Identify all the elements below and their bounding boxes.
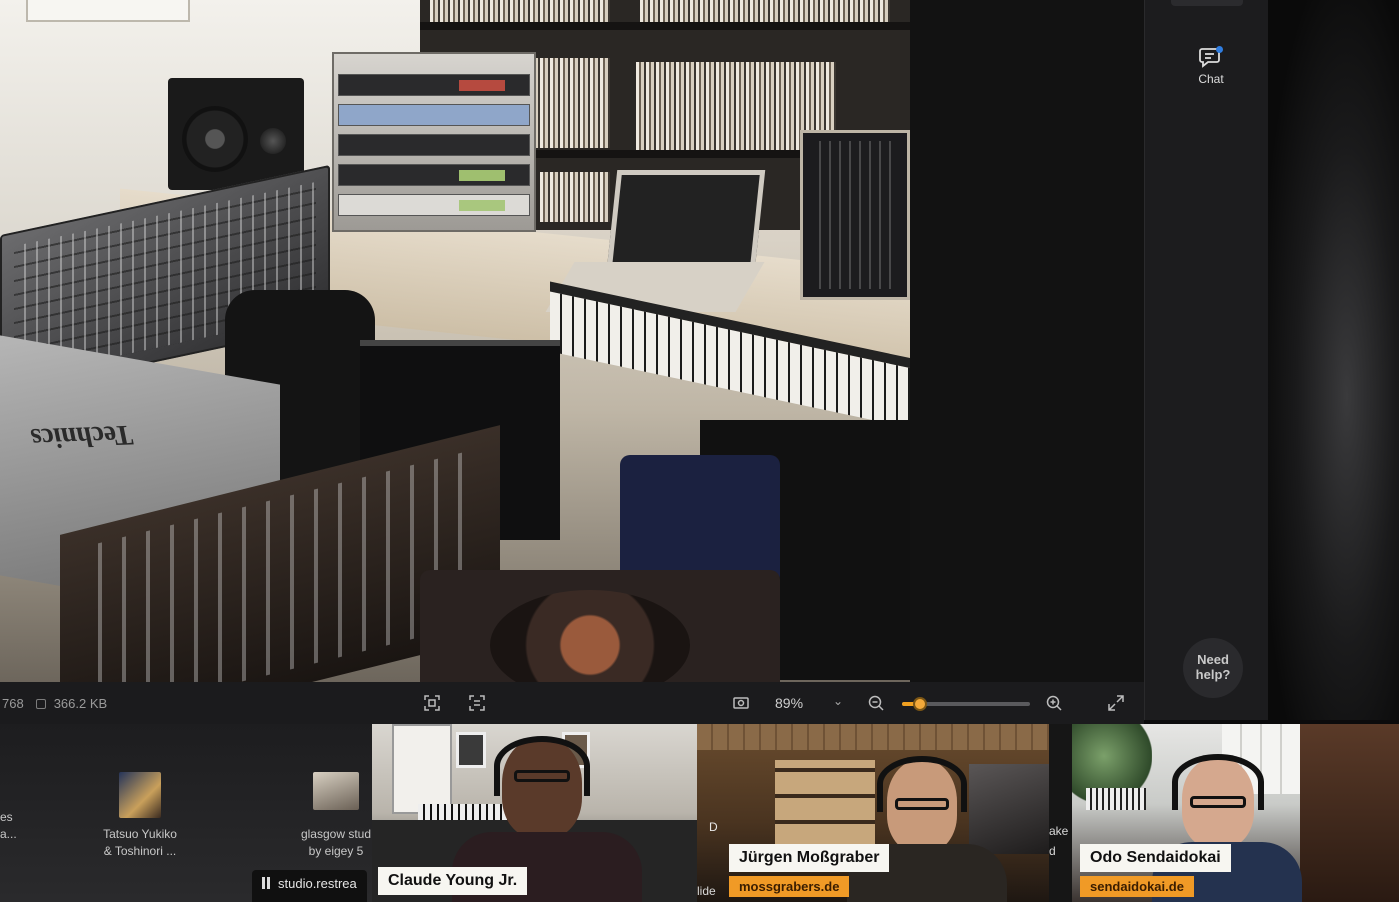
chat-unread-badge (1216, 46, 1223, 53)
need-help-button[interactable]: Need help? (1183, 638, 1243, 698)
stream-status-pill[interactable]: studio.restrea (252, 870, 367, 902)
synth-rack (969, 764, 1049, 854)
bottom-strip: es a... Tatsuo Yukiko & Toshinori ... gl… (0, 724, 1399, 902)
side-panel: Chat (1144, 0, 1268, 720)
tile-fragment-text: lide (697, 884, 716, 898)
photo-records (430, 0, 610, 22)
panel-top-button[interactable] (1171, 0, 1243, 6)
participant-url: sendaidokai.de (1080, 876, 1194, 897)
stream-status-text: studio.restrea (278, 876, 357, 891)
image-viewer-toolbar: 768 366.2 KB 89% ⌄ (0, 682, 1144, 724)
file-item-title: Tatsuo Yukiko (103, 827, 177, 841)
bookshelf (775, 760, 875, 850)
photo-speaker (168, 78, 304, 190)
wall-frame (456, 732, 486, 768)
participant-tile[interactable]: Odo Sendaidokai sendaidokai.de (1072, 724, 1399, 902)
photo-bag (620, 455, 780, 585)
chevron-down-icon: ⌄ (832, 694, 843, 708)
photo-rack-gear (332, 52, 536, 232)
tile-edge-letter: D (709, 820, 718, 834)
pause-icon (262, 877, 270, 889)
stage-background (910, 0, 1144, 720)
photo-records (530, 58, 610, 148)
video-call-window: Technics Chat Need help? 768 366.2 KB 89… (0, 0, 1399, 902)
tile-fragment-text: ake (1049, 824, 1069, 838)
camera-backdrop (1268, 0, 1399, 720)
photo-synth (800, 130, 910, 300)
file-thumbnail (119, 772, 161, 818)
shared-photo-studio: Technics (0, 0, 910, 682)
glasses (895, 798, 949, 810)
help-line-1: Need (1197, 652, 1229, 667)
participant-url: mossgrabers.de (729, 876, 850, 897)
tile-fragment-text: d (1049, 844, 1056, 858)
photo-cdj (420, 570, 780, 682)
chat-label: Chat (1198, 72, 1224, 86)
zoom-slider[interactable] (902, 697, 1030, 711)
synth-keys (1086, 788, 1146, 810)
photo-picture-frame (26, 0, 190, 22)
image-file-size: 366.2 KB (53, 696, 108, 711)
participant-name: Jürgen Moßgraber (729, 844, 890, 872)
zoom-value: 89% (775, 695, 804, 711)
headphones (494, 736, 590, 796)
file-carousel: es a... Tatsuo Yukiko & Toshinori ... gl… (0, 724, 372, 902)
photo-laptop-screen (606, 170, 766, 270)
chat-button[interactable]: Chat (1191, 46, 1231, 96)
image-meta: 768 366.2 KB (2, 696, 107, 711)
image-dimensions: 768 (2, 696, 24, 711)
fit-to-screen-icon[interactable] (423, 694, 441, 712)
file-item-title: es (0, 810, 13, 824)
zoom-slider-handle[interactable] (912, 697, 927, 711)
door (392, 724, 452, 814)
fullscreen-icon[interactable] (1107, 694, 1125, 712)
photo-shelf-board (420, 22, 910, 30)
file-thumbnail (313, 772, 359, 810)
file-item[interactable]: Tatsuo Yukiko & Toshinori ... (92, 772, 188, 860)
zoom-select[interactable]: 89% ⌄ (763, 690, 853, 716)
glasses (1190, 796, 1246, 808)
file-size-icon (35, 699, 46, 709)
wood-ceiling (697, 724, 1049, 750)
file-item[interactable]: es a... (0, 809, 17, 843)
file-item-subtitle: a... (0, 827, 17, 841)
file-item-subtitle: & Toshinori ... (103, 844, 177, 858)
photo-records (640, 0, 890, 22)
actual-size-icon[interactable] (468, 694, 486, 712)
glasses (514, 770, 570, 782)
zoom-out-icon[interactable] (867, 694, 885, 712)
participant-tile[interactable]: D Jürgen Moßgraber mossgrabers.de (697, 724, 1049, 902)
participant-tile[interactable]: Claude Young Jr. (372, 724, 697, 902)
photo-records (540, 172, 610, 222)
zoom-in-icon[interactable] (1045, 694, 1063, 712)
screenshot-icon[interactable] (732, 694, 750, 712)
participant-name: Claude Young Jr. (378, 867, 528, 895)
chat-icon (1199, 46, 1223, 68)
help-line-2: help? (1195, 667, 1231, 682)
participant-name: Odo Sendaidokai (1080, 844, 1231, 872)
wooden-cabinet (1300, 724, 1399, 902)
